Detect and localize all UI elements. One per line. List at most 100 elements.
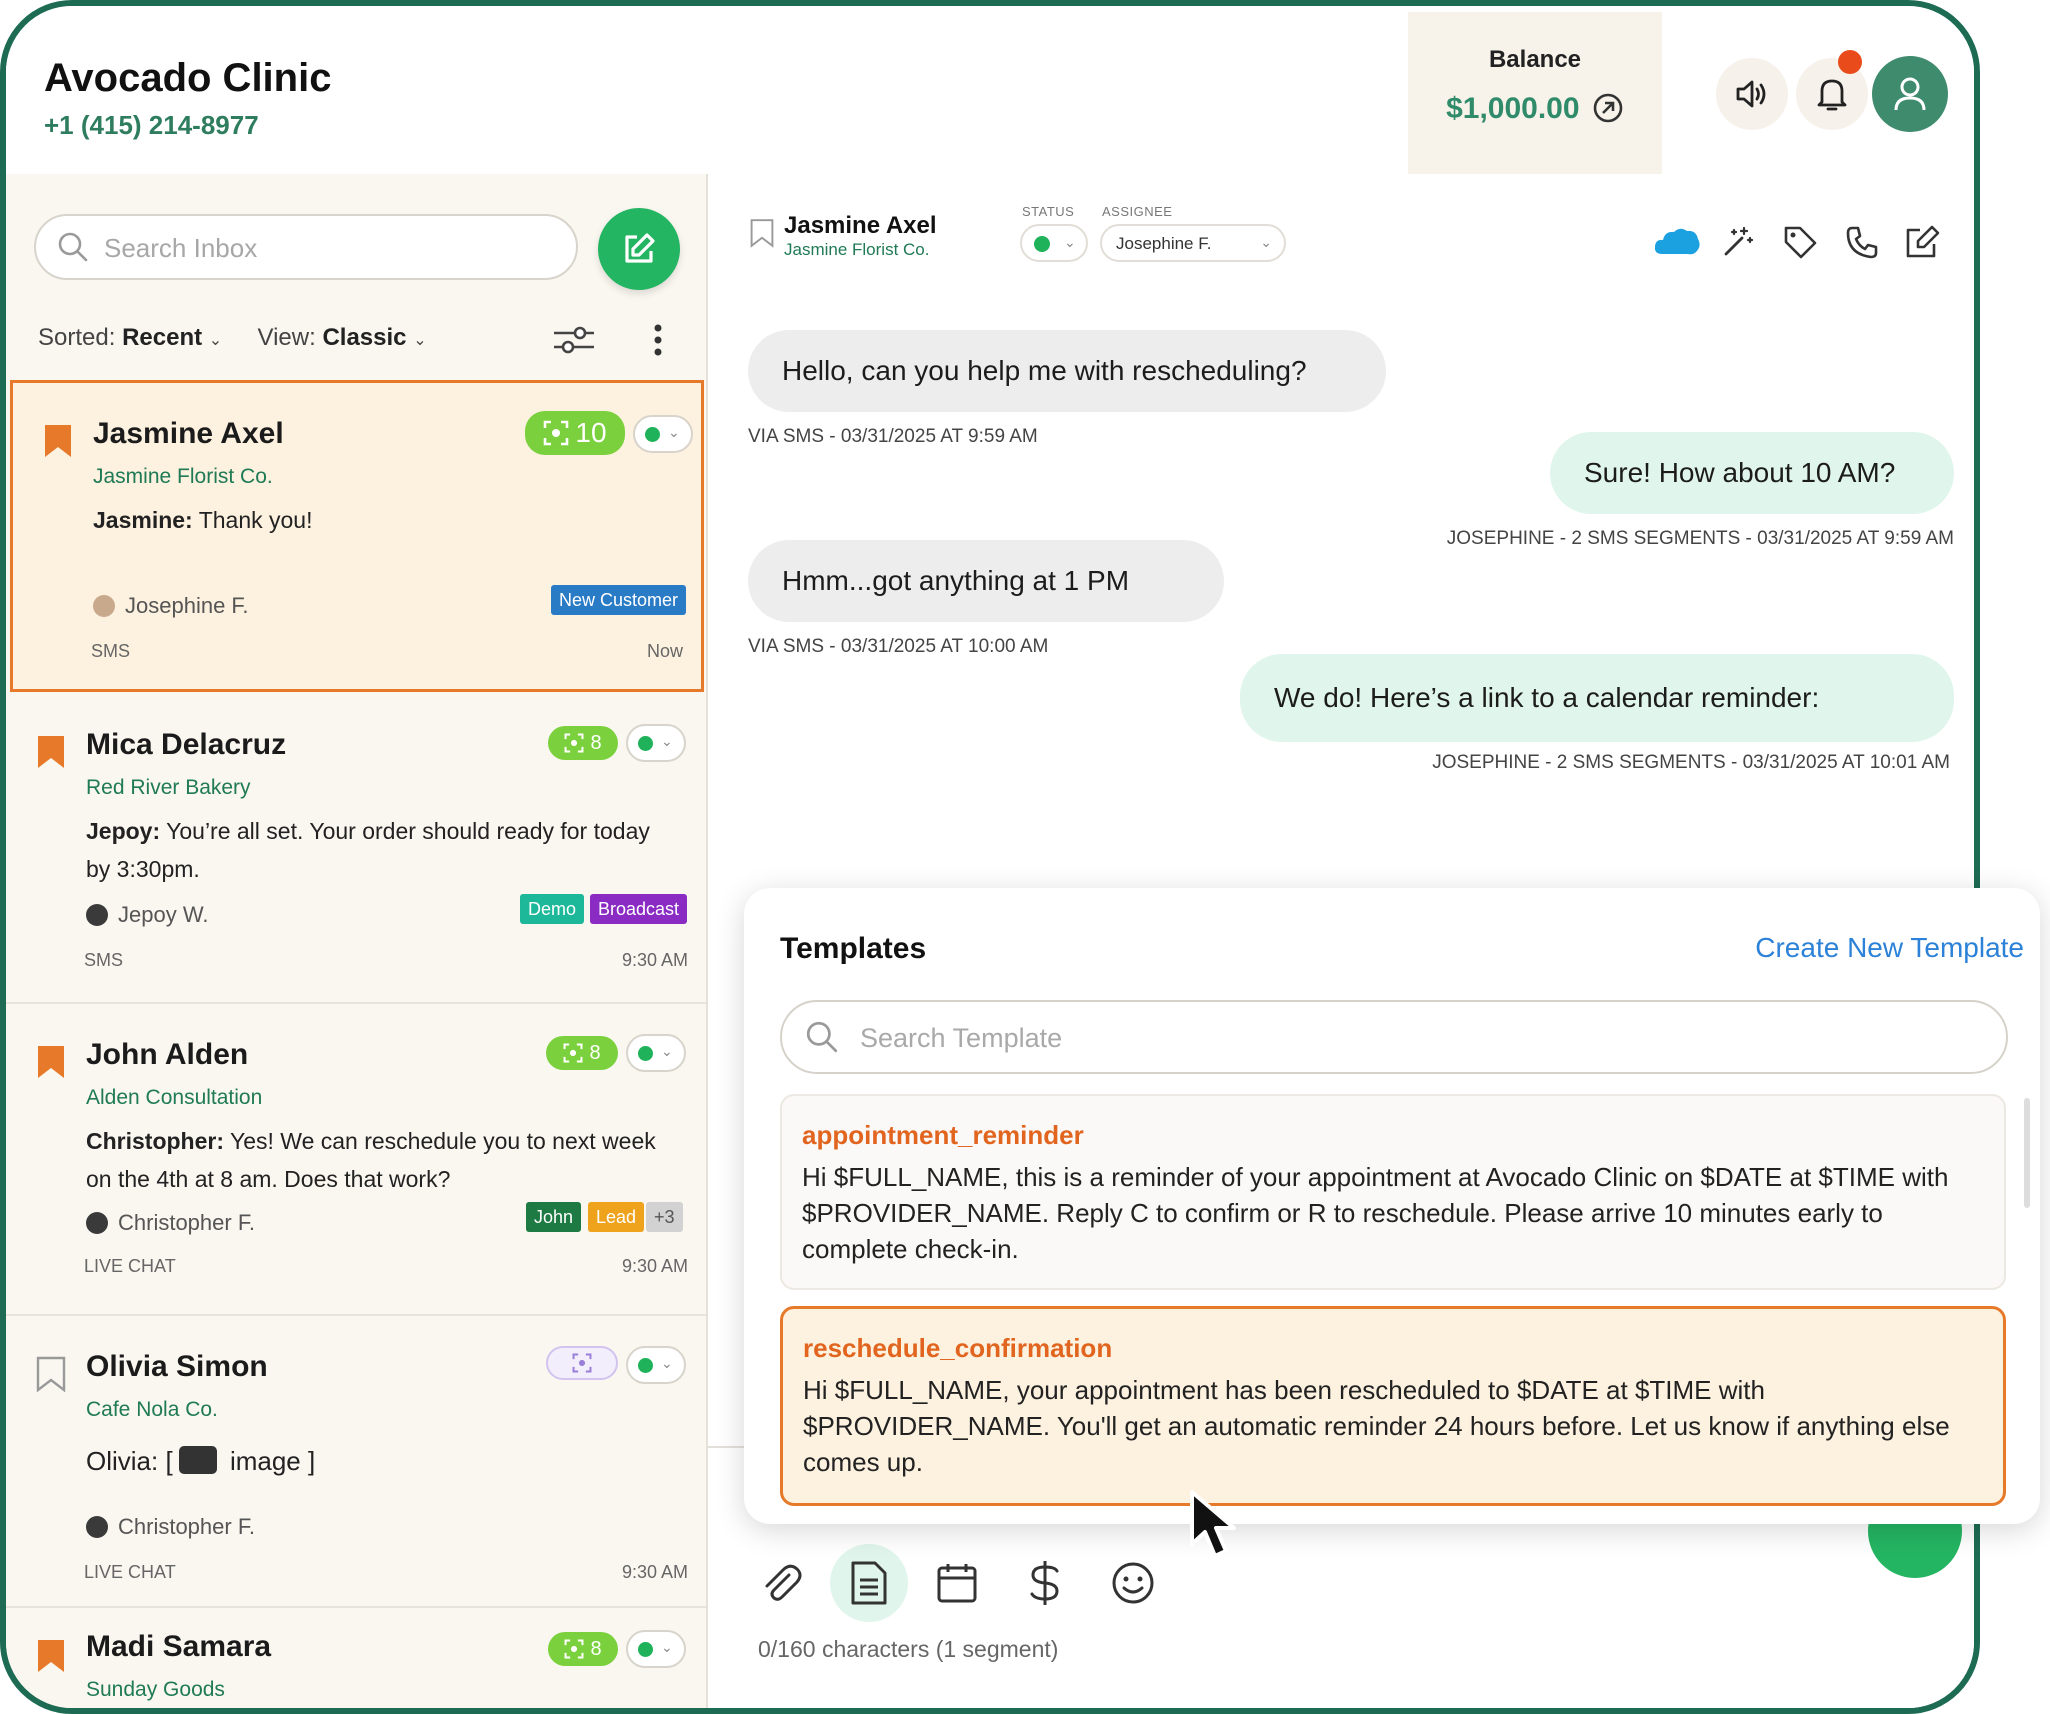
contact-name: Mica Delacruz [86, 728, 287, 761]
message-bubble-outgoing: We do! Here’s a link to a calendar remin… [1240, 654, 1954, 742]
contact-name: Jasmine Axel [93, 417, 284, 450]
message-preview: Jasmine: Thank you! [93, 501, 663, 539]
status-dot [638, 1046, 653, 1061]
template-item[interactable]: appointment_reminder Hi $FULL_NAME, this… [780, 1094, 2006, 1290]
compose-icon [625, 233, 655, 263]
conversation-item[interactable]: Madi Samara 8 ⌄ Sunday Goods [6, 1608, 706, 1708]
volume-icon [1736, 80, 1766, 108]
agent-avatar [86, 904, 108, 926]
preview-sender: Christopher: [86, 1128, 224, 1154]
chevron-down-icon: ⌄ [661, 1355, 673, 1371]
tag-john[interactable]: John [526, 1202, 582, 1232]
tag-demo[interactable]: Demo [520, 894, 585, 924]
bookmark-outline-icon[interactable] [36, 1356, 66, 1392]
balance-label: Balance [1488, 46, 1582, 73]
message-preview: Olivia: [ image ] [86, 1442, 656, 1480]
score-badge: 8 [546, 1036, 618, 1070]
conversation-item[interactable]: John Alden 8 ⌄ Alden Consultation Christ… [6, 1004, 706, 1316]
assigned-agent: Christopher F. [86, 1514, 255, 1540]
search-icon [58, 232, 88, 262]
more-vertical-icon[interactable] [650, 320, 666, 360]
template-body: Hi $FULL_NAME, your appointment has been… [803, 1375, 1950, 1477]
chevron-down-icon: ⌄ [1260, 234, 1272, 250]
ai-score-icon [564, 1639, 584, 1659]
payment-button[interactable] [1006, 1544, 1084, 1622]
channel-label: SMS [91, 641, 131, 661]
tag-new-customer[interactable]: New Customer [551, 585, 687, 615]
status-dot [1034, 236, 1050, 252]
timestamp: Now [646, 641, 683, 661]
balance-panel[interactable]: Balance $1,000.00 [1408, 12, 1662, 174]
inbox-search-input[interactable] [102, 216, 566, 280]
tag-icon[interactable] [1782, 224, 1818, 260]
agent-name: Josephine F. [125, 593, 249, 618]
camera-icon [178, 1446, 217, 1474]
score-badge: 8 [548, 726, 618, 760]
template-search-input[interactable] [858, 1002, 1982, 1074]
status-dropdown[interactable]: ⌄ [633, 415, 693, 453]
edit-note-icon[interactable] [1904, 224, 1942, 260]
status-dropdown[interactable]: ⌄ [626, 724, 686, 762]
message-meta: JOSEPHINE - 2 SMS SEGMENTS - 03/31/2025 … [1432, 752, 1950, 773]
contact-company: Sunday Goods [86, 1678, 225, 1701]
template-name: appointment_reminder [802, 1120, 1084, 1150]
bookmark-filled-icon[interactable] [36, 1044, 66, 1080]
templates-button[interactable] [830, 1544, 908, 1622]
message-bubble-outgoing: Sure! How about 10 AM? [1550, 432, 1954, 514]
message-meta: VIA SMS - 03/31/2025 AT 10:00 AM [748, 636, 1049, 657]
sort-value: Recent [122, 324, 203, 351]
conversation-item[interactable]: Olivia Simon ⌄ Cafe Nola Co. Olivia: [ i… [6, 1316, 706, 1608]
template-name: reschedule_confirmation [803, 1333, 1113, 1363]
bookmark-outline-icon[interactable] [750, 218, 774, 248]
tag-broadcast[interactable]: Broadcast [590, 894, 688, 924]
volume-button[interactable] [1716, 58, 1788, 130]
external-link-icon [1593, 93, 1623, 123]
conversation-item[interactable]: Jasmine Axel 10 ⌄ Jasmine Florist Co. Ja… [10, 380, 704, 692]
contact-name: Madi Samara [86, 1630, 272, 1663]
status-dot [645, 427, 660, 442]
salesforce-cloud-icon[interactable] [1652, 224, 1702, 260]
magic-wand-icon[interactable] [1720, 224, 1756, 260]
view-label: View: [257, 324, 316, 351]
templates-popover: Templates Create New Template appointmen… [744, 888, 2040, 1524]
message-bubble-incoming: Hmm...got anything at 1 PM [748, 540, 1224, 622]
schedule-button[interactable] [918, 1544, 996, 1622]
clinic-name: Avocado Clinic [44, 56, 332, 100]
scrollbar[interactable] [2024, 1098, 2030, 1208]
profile-button[interactable] [1872, 56, 1948, 132]
status-dropdown[interactable]: ⌄ [626, 1346, 686, 1384]
assignee-select[interactable]: Josephine F. ⌄ [1100, 224, 1286, 262]
balance-amount: $1,000.00 [1446, 92, 1580, 125]
bookmark-filled-icon[interactable] [36, 1638, 66, 1674]
templates-title: Templates [780, 932, 927, 965]
preview-bracket: [ [165, 1446, 173, 1476]
status-dropdown[interactable]: ⌄ [626, 1630, 686, 1668]
agent-avatar [86, 1516, 108, 1538]
sort-view-controls: Sorted: Recent ⌄ View: Classic ⌄ [38, 324, 427, 352]
assigned-agent: Jepoy W. [86, 902, 208, 928]
attach-button[interactable] [742, 1544, 820, 1622]
compose-button[interactable] [598, 208, 680, 290]
conversation-status-select[interactable]: ⌄ [1020, 224, 1088, 262]
status-dropdown[interactable]: ⌄ [626, 1034, 686, 1072]
tag-more[interactable]: +3 [646, 1202, 683, 1232]
template-item[interactable]: reschedule_confirmation Hi $FULL_NAME, y… [780, 1306, 2006, 1506]
clinic-phone: +1 (415) 214-8977 [44, 110, 259, 140]
template-search[interactable] [780, 1000, 2008, 1074]
phone-icon[interactable] [1844, 224, 1880, 260]
view-dropdown[interactable]: View: Classic ⌄ [258, 324, 427, 351]
conversation-item[interactable]: Mica Delacruz 8 ⌄ Red River Bakery Jepoy… [6, 694, 706, 1004]
bookmark-filled-icon[interactable] [43, 423, 73, 459]
chevron-down-icon: ⌄ [668, 424, 680, 440]
status-field-label: STATUS [1022, 204, 1075, 219]
contact-company: Alden Consultation [86, 1086, 263, 1109]
preview-sender: Jepoy: [86, 818, 161, 844]
filter-sliders-icon[interactable] [552, 320, 596, 360]
sort-dropdown[interactable]: Sorted: Recent ⌄ [38, 324, 229, 351]
inbox-search[interactable] [34, 214, 578, 280]
emoji-button[interactable] [1094, 1544, 1172, 1622]
tag-lead[interactable]: Lead [588, 1202, 645, 1232]
create-template-link[interactable]: Create New Template [1755, 932, 2024, 964]
bookmark-filled-icon[interactable] [36, 734, 66, 770]
preview-text: Thank you! [198, 507, 313, 533]
